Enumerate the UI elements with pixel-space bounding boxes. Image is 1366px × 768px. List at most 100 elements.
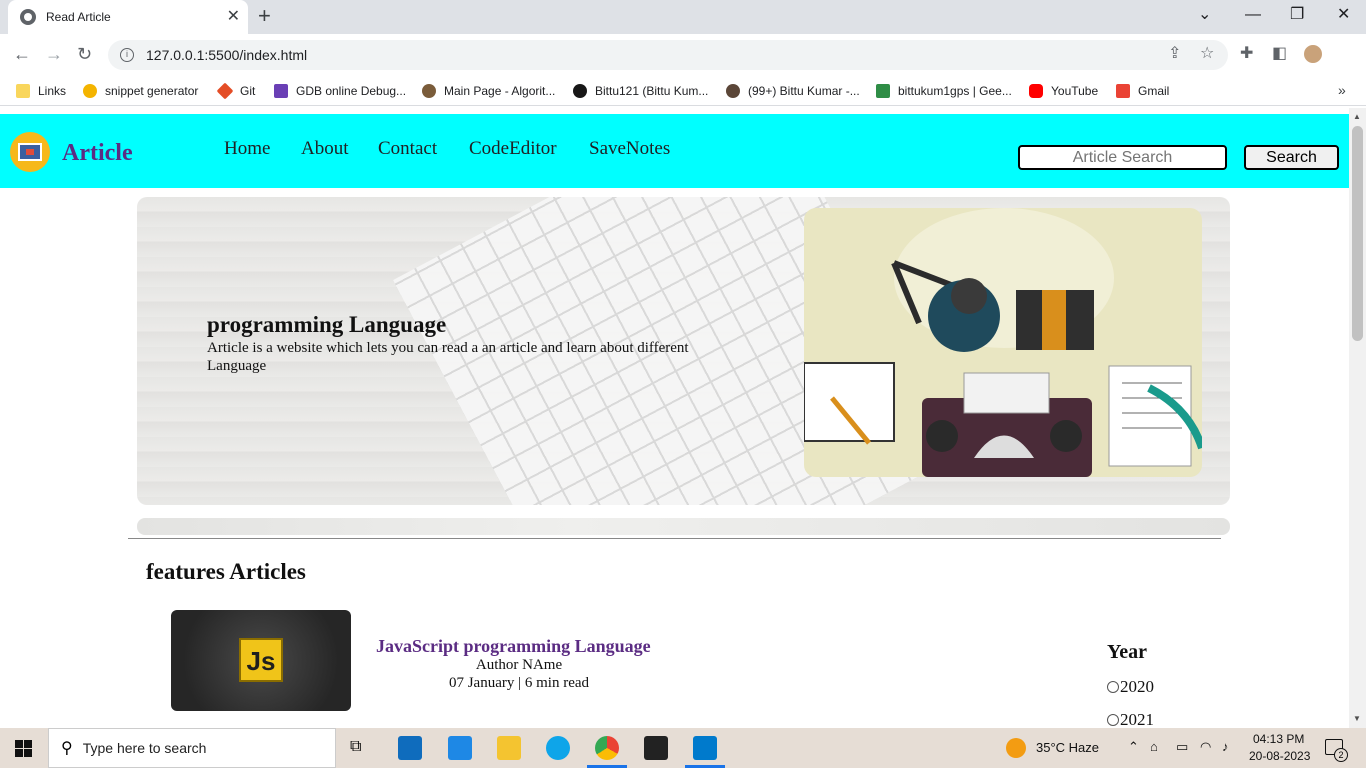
nav-codeeditor[interactable]: CodeEditor [469,138,557,160]
chevron-right-icon[interactable]: » [1338,82,1346,98]
algorithm-icon [422,84,436,98]
bookmark-youtube[interactable]: YouTube [1029,82,1098,100]
nav-contact[interactable]: Contact [378,138,437,160]
bookmark-github[interactable]: Bittu121 (Bittu Kum... [573,82,708,100]
bookmark-label: Links [38,84,67,98]
edge-icon[interactable] [546,736,570,760]
bookmark-label: bittukum1gps | Gee... [898,84,1012,98]
minimize-icon[interactable]: — [1245,4,1261,26]
browser-tab[interactable]: Read Article ✕ [8,0,248,34]
bookmark-label: GDB online Debug... [296,84,407,98]
hero-description: Article is a website which lets you can … [207,340,689,374]
javascript-logo-icon: Js [239,638,283,682]
article-author: Author NAme [475,657,563,673]
network-icon[interactable]: ⌂ [1150,739,1158,754]
radio-button[interactable] [1107,714,1119,726]
reload-icon[interactable]: ↻ [77,43,92,65]
bookmark-geeksforgeeks[interactable]: bittukum1gps | Gee... [876,82,1012,100]
chevron-up-icon[interactable]: ⌃ [1128,739,1139,755]
year-option-2021[interactable]: 2021 [1107,710,1154,728]
chevron-down-icon[interactable]: ⌄ [1198,4,1211,26]
bookmark-label: snippet generator [105,84,199,98]
vscode-icon[interactable] [693,736,717,760]
bookmark-gmail[interactable]: Gmail [1116,82,1169,100]
article-search-input[interactable] [1018,145,1227,170]
sticky-notes-icon[interactable] [644,736,668,760]
chrome-icon[interactable] [595,736,619,760]
bookmark-codechef[interactable]: (99+) Bittu Kumar -... [726,82,860,100]
url-text[interactable]: 127.0.0.1:5500/index.html [146,47,307,63]
task-view-icon[interactable]: ⧉ [350,738,361,756]
logo-icon[interactable] [10,132,50,172]
bookmark-gdb[interactable]: GDB online Debug... [274,82,406,100]
bookmark-label: Main Page - Algorit... [444,84,556,98]
windows-taskbar: ⚲ Type here to search ⧉ 35°C Haze ⌃ ⌂ ▭ … [0,728,1366,768]
new-tab-icon[interactable]: + [258,5,271,27]
address-bar[interactable]: i 127.0.0.1:5500/index.html [108,40,1228,70]
nav-savenotes[interactable]: SaveNotes [589,138,670,160]
windows-start-icon[interactable] [15,740,32,757]
window-close-icon[interactable]: ✕ [1337,4,1350,26]
geeksforgeeks-icon [876,84,890,98]
bookmark-snippet-generator[interactable]: snippet generator [83,82,198,100]
year-label: 2021 [1120,710,1154,728]
article-thumbnail[interactable]: Js [171,610,351,711]
bookmark-label: Gmail [1138,84,1170,98]
restore-icon[interactable]: ❐ [1290,4,1304,26]
typewriter-illustration [804,208,1202,477]
share-icon[interactable]: ⇪ [1168,45,1181,63]
wifi-icon[interactable]: ◠ [1200,739,1211,755]
bookmarks-bar: Links snippet generator Git GDB online D… [0,76,1366,106]
extensions-icon[interactable]: ✚ [1240,45,1253,63]
volume-icon[interactable]: ♪ [1222,739,1229,754]
folder-icon [16,84,30,98]
nav-home[interactable]: Home [224,138,270,160]
globe-icon [20,9,36,25]
tab-title: Read Article [46,10,111,24]
page-scrollbar[interactable]: ▲ ▼ [1349,108,1366,728]
close-icon[interactable]: ✕ [227,9,240,25]
scroll-thumb[interactable] [1352,126,1363,341]
forward-icon[interactable]: → [45,43,63,65]
profile-avatar[interactable] [1302,43,1324,65]
scroll-up-icon[interactable]: ▲ [1353,112,1361,121]
bookmark-star-icon[interactable]: ☆ [1200,45,1214,63]
mail-icon[interactable] [448,736,472,760]
weather-text[interactable]: 35°C Haze [1036,740,1099,755]
taskbar-search[interactable]: ⚲ Type here to search [48,728,336,768]
search-button[interactable]: Search [1244,145,1339,170]
back-icon[interactable]: ← [13,43,31,65]
article-title-link[interactable]: JavaScript programming Language [376,636,651,657]
bookmark-git[interactable]: Git [216,82,256,100]
bookmark-links[interactable]: Links [16,82,66,100]
radio-button[interactable] [1107,681,1119,693]
youtube-icon [1029,84,1043,98]
nav-about[interactable]: About [301,138,349,160]
weather-icon[interactable] [1006,738,1026,758]
file-explorer-icon[interactable] [497,736,521,760]
brand-name[interactable]: Article [62,140,133,167]
hero-title: programming Language [207,312,447,337]
bookmark-label: YouTube [1051,84,1099,98]
year-label: 2020 [1120,677,1154,696]
hero-banner: programming Language Article is a websit… [137,197,1230,505]
year-option-2020[interactable]: 2020 [1107,677,1154,697]
site-header: Article Home About Contact CodeEditor Sa… [0,114,1349,188]
battery-icon[interactable]: ▭ [1176,739,1188,755]
git-icon [216,82,234,100]
bookmark-label: Git [240,84,256,98]
codechef-icon [726,84,740,98]
scroll-down-icon[interactable]: ▼ [1353,714,1361,723]
info-icon[interactable]: i [120,48,134,62]
microsoft-store-icon[interactable] [398,736,422,760]
page-viewport: Article Home About Contact CodeEditor Sa… [0,108,1366,728]
bookmark-label: (99+) Bittu Kumar -... [748,84,860,98]
bookmark-algorithm[interactable]: Main Page - Algorit... [422,82,555,100]
gmail-icon [1116,84,1130,98]
side-panel-icon[interactable]: ◧ [1272,45,1287,63]
browser-tab-bar: Read Article ✕ + ⌄ — ❐ ✕ [0,0,1366,34]
notification-count: 2 [1334,748,1348,762]
star-icon [83,84,97,98]
clock-time[interactable]: 04:13 PM [1253,732,1304,746]
clock-date[interactable]: 20-08-2023 [1249,749,1310,763]
